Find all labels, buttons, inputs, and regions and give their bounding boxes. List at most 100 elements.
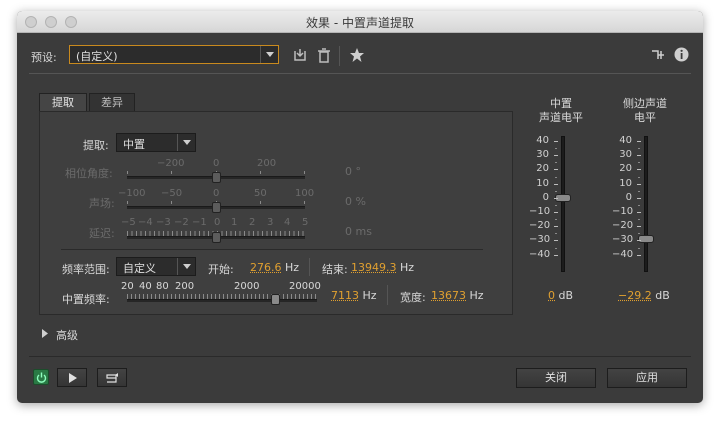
center-freq-readout[interactable]: 7113 Hz <box>331 289 377 302</box>
effect-window: 效果 - 中置声道提取 预设: (自定义) 提取 差异 提取: 中置 相位角度:… <box>17 11 703 403</box>
meter-scale-minor-tick <box>638 233 640 235</box>
info-icon[interactable] <box>674 47 689 62</box>
meter-scale-label: −20 <box>612 220 634 232</box>
meter-scale-tick <box>637 240 641 242</box>
start-unit: Hz <box>285 261 300 274</box>
end-label: 结束: <box>322 263 348 276</box>
center-freq-slider[interactable] <box>127 299 317 302</box>
header-divider <box>29 73 691 74</box>
pan-slider-thumb[interactable] <box>212 202 221 213</box>
extract-dropdown[interactable]: 中置 <box>116 133 196 152</box>
pan-value: 0 <box>345 195 352 208</box>
delay-value-readout[interactable]: 0 ms <box>345 225 372 238</box>
meter-scale-label: 30 <box>619 149 632 161</box>
phase-value: 0 <box>345 165 352 178</box>
favorite-star-icon[interactable] <box>349 47 365 63</box>
field-divider <box>309 258 310 276</box>
meter-scale-tick <box>554 240 558 242</box>
meter-scale-label: −10 <box>529 206 551 217</box>
meter-scale-tick <box>554 169 558 171</box>
delay-tick-label: 1 <box>231 217 238 228</box>
meter-scale-tick <box>637 169 641 171</box>
pan-value-readout[interactable]: 0 % <box>345 195 366 208</box>
start-value: 276.6 <box>250 261 282 274</box>
freq-range-dropdown[interactable]: 自定义 <box>116 257 196 276</box>
side-level-slider[interactable] <box>644 136 648 272</box>
meter-scale-label: 10 <box>536 177 549 189</box>
preset-dropdown[interactable]: (自定义) <box>69 45 279 64</box>
meter-scale-tick <box>637 197 641 199</box>
meter-scale-minor-tick <box>638 162 640 164</box>
delay-tick-label: −3 <box>156 217 171 228</box>
delay-tick-label: 4 <box>284 217 291 228</box>
power-toggle[interactable] <box>33 369 49 385</box>
width-label: 宽度: <box>400 291 426 304</box>
delay-tick-label: 3 <box>267 217 274 228</box>
pan-tick-label: 0 <box>213 188 220 199</box>
meter-scale-tick <box>637 141 641 142</box>
phase-tick-label: 200 <box>257 158 277 169</box>
delay-value: 0 <box>345 225 352 238</box>
meter-scale-minor-tick <box>638 176 640 178</box>
side-level-unit: dB <box>655 289 670 302</box>
center-freq-tick-label: 40 <box>139 281 152 292</box>
play-button[interactable] <box>57 368 87 387</box>
center-level-slider[interactable] <box>561 136 565 272</box>
start-readout[interactable]: 276.6 Hz <box>250 261 299 274</box>
delete-preset-icon[interactable] <box>317 48 331 64</box>
meter-scale-minor-tick <box>638 219 640 221</box>
apply-button[interactable]: 应用 <box>607 368 687 388</box>
freq-range-value: 自定义 <box>123 262 156 275</box>
pan-tick-label: −100 <box>118 188 146 199</box>
meter-scale-minor-tick <box>555 190 557 192</box>
routing-icon[interactable] <box>651 48 665 62</box>
tab-difference[interactable]: 差异 <box>89 93 135 112</box>
save-preset-icon[interactable] <box>292 47 308 63</box>
meter-scale-tick <box>554 141 558 142</box>
extract-label: 提取: <box>83 139 109 152</box>
phase-slider-thumb[interactable] <box>212 172 221 183</box>
center-freq-slider-thumb[interactable] <box>271 294 280 305</box>
meter-scale-tick <box>554 212 558 213</box>
pan-unit: % <box>355 195 366 208</box>
meter-scale-tick <box>637 226 641 228</box>
meter-scale-minor-tick <box>638 247 640 249</box>
start-label: 开始: <box>208 263 234 276</box>
side-level-value: −29.2 <box>618 289 652 302</box>
meter-scale-minor-tick <box>555 204 557 206</box>
meter-scale-minor-tick <box>555 162 557 164</box>
center-freq-tick-labels: 20 40 80 200 2000 20000 <box>121 281 321 293</box>
center-freq-tick-label: 200 <box>175 281 195 292</box>
center-level-readout[interactable]: 0 dB <box>548 289 573 302</box>
meter-scale-tick <box>637 254 641 256</box>
chevron-down-icon <box>177 258 195 275</box>
side-level-subtitle: 电平 <box>634 111 656 124</box>
meter-scale-minor-tick <box>555 176 557 178</box>
side-level-readout[interactable]: −29.2 dB <box>618 289 670 302</box>
tab-extract[interactable]: 提取 <box>39 93 87 112</box>
side-level-slider-thumb[interactable] <box>638 235 654 244</box>
delay-tick-labels: −5 −4 −3 −2 −1 0 1 2 3 4 5 <box>121 217 311 229</box>
loop-button[interactable] <box>97 368 127 387</box>
preset-value: (自定义) <box>76 50 118 63</box>
advanced-disclosure[interactable]: 高级 <box>39 327 99 342</box>
delay-tick-label: −1 <box>192 217 207 228</box>
end-unit: Hz <box>400 261 415 274</box>
meter-scale-label: −30 <box>612 234 634 246</box>
section-divider <box>61 249 483 250</box>
width-readout[interactable]: 13673 Hz <box>431 289 484 302</box>
end-readout[interactable]: 13949.3 Hz <box>351 261 414 274</box>
field-divider <box>387 285 388 305</box>
close-button[interactable]: 关闭 <box>516 368 596 388</box>
delay-slider-thumb[interactable] <box>212 232 221 243</box>
meter-scale-tick <box>554 226 558 228</box>
delay-tick-label: −5 <box>121 217 136 228</box>
center-level-value: 0 <box>548 289 555 302</box>
phase-value-readout[interactable]: 0 ° <box>345 165 361 178</box>
phase-unit: ° <box>355 165 362 178</box>
chevron-down-icon <box>177 134 195 151</box>
delay-tick-label: 5 <box>302 217 309 228</box>
loop-icon <box>106 373 118 383</box>
meter-scale-minor-tick <box>555 148 557 150</box>
center-level-unit: dB <box>558 289 574 302</box>
